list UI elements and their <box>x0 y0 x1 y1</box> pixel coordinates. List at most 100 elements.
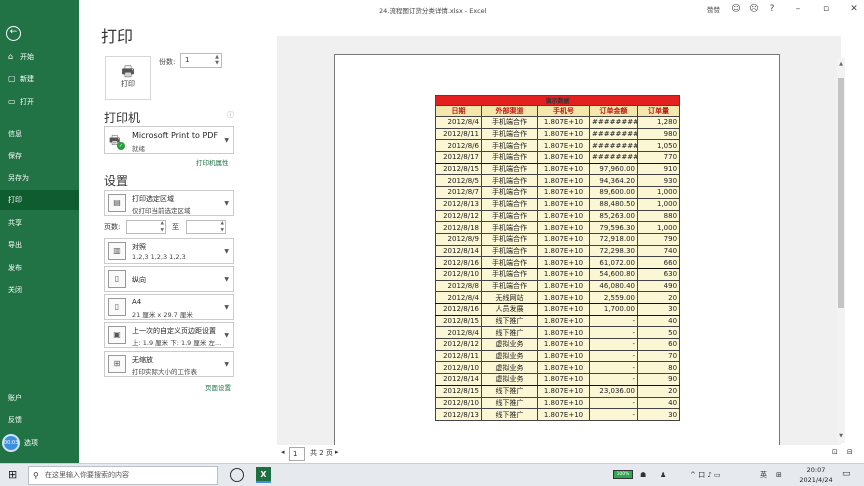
nav-close[interactable]: 关闭 <box>0 280 79 300</box>
table-cell: 40 <box>636 396 681 410</box>
nav-publish[interactable]: 发布 <box>0 258 79 278</box>
table-cell: 1.807E+10 <box>537 373 590 386</box>
spin-arrows-icon[interactable]: ▲ ▼ <box>215 54 219 66</box>
chevron-down-icon: ▼ <box>224 137 229 144</box>
scaling-select[interactable]: ⊞ 无缩放 打印实际大小的工作表 ▼ <box>104 351 234 377</box>
backstage-nav: ← ⌂ 开始 ▢ 新建 ▭ 打开 信息 保存 另存为 打印 共享 导出 发布 关闭 账… <box>0 0 79 463</box>
current-page-input[interactable]: 1 <box>289 447 305 461</box>
zoom-to-page-icon[interactable]: ⊟ <box>847 448 853 456</box>
nav-export[interactable]: 导出 <box>0 235 79 255</box>
people-icon[interactable]: ♟ <box>660 469 666 481</box>
table-row: 2012/8/6 手机端合作 1.807E+10 ######## 1,050 <box>435 139 681 153</box>
frown-icon[interactable]: ☹ <box>747 2 761 16</box>
chevron-down-icon: ▼ <box>224 276 229 283</box>
nav-save-as[interactable]: 另存为 <box>0 168 79 188</box>
table-row: 2012/8/7 手机端合作 1.807E+10 89,600.00 1,000 <box>435 186 681 199</box>
taskbar-search[interactable]: ⚲ 在这里输入你要搜索的内容 <box>28 466 218 485</box>
printer-name: Microsoft Print to PDF <box>132 131 219 140</box>
show-margins-icon[interactable]: ⊡ <box>832 448 838 456</box>
ime-indicator[interactable]: 英 <box>760 469 767 481</box>
table-cell: - <box>589 408 638 421</box>
scroll-up-icon[interactable]: ▲ <box>837 61 845 67</box>
nav-home[interactable]: ⌂ 开始 <box>0 47 79 67</box>
copies-stepper[interactable]: 1 ▲ ▼ <box>180 53 222 68</box>
table-cell: 虚拟业务 <box>481 361 538 375</box>
nav-new[interactable]: ▢ 新建 <box>0 69 79 89</box>
task-view-icon[interactable] <box>230 468 244 482</box>
table-cell: 660 <box>636 256 681 269</box>
battery-indicator: 100% <box>613 470 633 479</box>
table-row: 2012/8/10 虚拟业务 1.807E+10-80 <box>435 361 681 375</box>
paper-size-select[interactable]: ▯ A4 21 厘米 x 29.7 厘米 ▼ <box>104 294 234 320</box>
table-row: 2012/8/5 手机端合作 1.807E+10 94,364.20 930 <box>435 174 681 188</box>
nav-account[interactable]: 账户 <box>0 388 79 408</box>
notification-icon[interactable]: ▭ <box>842 469 851 479</box>
back-arrow-icon[interactable]: ← <box>6 26 21 41</box>
folder-icon: ▭ <box>8 97 16 106</box>
table-cell: 手机端合作 <box>481 116 538 129</box>
account-name[interactable]: 赞赞 <box>707 4 720 14</box>
table-cell: 790 <box>636 232 681 246</box>
table-cell: 1,000 <box>636 197 681 211</box>
table-cell: 2012/8/9 <box>435 232 482 246</box>
table-cell: 2012/8/6 <box>435 139 482 153</box>
smile-icon[interactable]: ☺ <box>729 2 743 16</box>
table-row: 2012/8/13 手机端合作 1.807E+10 88,480.50 1,000 <box>435 197 681 211</box>
table-cell: 1.807E+10 <box>537 139 590 153</box>
spin-arrows-icon[interactable]: ▲ ▼ <box>221 221 224 234</box>
prev-page-icon[interactable]: ◂ <box>281 448 285 456</box>
table-cell: 89,600.00 <box>589 186 638 199</box>
table-cell: 线下推广 <box>481 314 538 328</box>
chevron-down-icon: ▼ <box>224 304 229 311</box>
minimize-icon[interactable]: – <box>791 2 805 16</box>
taskbar: ⊞ ⚲ 在这里输入你要搜索的内容 X 100% ☗ ♟ ^ 口 ♪ ▭ 英 ⊞ … <box>0 463 864 486</box>
print-button[interactable]: 🖶 打印 <box>105 56 151 100</box>
close-icon[interactable]: ✕ <box>847 2 861 16</box>
table-cell: 1.807E+10 <box>537 174 590 188</box>
nav-print[interactable]: 打印 <box>0 190 79 210</box>
nav-info[interactable]: 信息 <box>0 124 79 144</box>
total-pages: 共 2 页 <box>310 449 333 457</box>
excel-app-icon[interactable]: X <box>256 467 271 483</box>
table-cell: 80 <box>636 361 681 375</box>
table-cell: 2012/8/10 <box>435 361 482 375</box>
tray-icons[interactable]: ^ 口 ♪ ▭ <box>690 469 721 481</box>
nav-save[interactable]: 保存 <box>0 146 79 166</box>
nav-share[interactable]: 共享 <box>0 213 79 233</box>
table-cell: 线下推广 <box>481 396 538 410</box>
printer-properties-link[interactable]: 打印机属性 <box>196 157 229 167</box>
help-icon[interactable]: ? <box>765 2 779 16</box>
table-cell: 72,298.30 <box>589 244 638 258</box>
scrollbar-thumb[interactable] <box>838 78 844 308</box>
table-cell: 1.807E+10 <box>537 209 590 223</box>
table-row: 2012/8/12 手机端合作 1.807E+10 85,263.00 880 <box>435 209 681 223</box>
margins-select[interactable]: ▣ 上一次的自定义页边距设置 上: 1.9 厘米 下: 1.9 厘米 左... … <box>104 322 234 348</box>
preview-scrollbar[interactable]: ▲ ▼ <box>837 58 845 443</box>
nav-feedback[interactable]: 反馈 <box>0 410 79 430</box>
network-icon[interactable]: ☗ <box>640 469 646 481</box>
scroll-down-icon[interactable]: ▼ <box>837 433 845 439</box>
windows-start-icon[interactable]: ⊞ <box>8 469 17 481</box>
print-what-select[interactable]: ▤ 打印选定区域 仅打印当前选定区域 ▼ <box>104 190 234 216</box>
clock[interactable]: 20:07 2021/4/24 <box>796 465 836 485</box>
spin-arrows-icon[interactable]: ▲ ▼ <box>161 221 164 234</box>
page-setup-link[interactable]: 页面设置 <box>205 382 231 392</box>
restore-icon[interactable]: ▫ <box>819 2 833 16</box>
settings-heading: 设置 <box>104 174 129 188</box>
table-row: 2012/8/10 手机端合作 1.807E+10 54,600.80 630 <box>435 267 681 281</box>
table-cell: ######## <box>589 116 638 129</box>
table-row: 2012/8/13 线下推广 1.807E+10-30 <box>435 408 681 421</box>
orientation-select[interactable]: ▯ 纵向 ▼ <box>104 266 234 292</box>
table-cell: 1,700.00 <box>589 303 638 316</box>
ime-grid-icon[interactable]: ⊞ <box>776 469 782 481</box>
table-cell: 2012/8/11 <box>435 349 482 363</box>
printer-select[interactable]: 🖶 ✓ Microsoft Print to PDF 就绪 ▼ <box>104 126 234 154</box>
pages-from-input[interactable]: ▲ ▼ <box>126 220 166 234</box>
info-icon[interactable]: ⓘ <box>227 110 234 120</box>
pages-to-input[interactable]: ▲ ▼ <box>186 220 226 234</box>
table-cell: 1.807E+10 <box>537 186 590 199</box>
nav-open[interactable]: ▭ 打开 <box>0 92 79 112</box>
next-page-icon[interactable]: ▸ <box>335 448 339 456</box>
collation-select[interactable]: ▥ 对照 1,2,3 1,2,3 1,2,3 ▼ <box>104 238 234 264</box>
page-title: 打印 <box>101 27 134 46</box>
